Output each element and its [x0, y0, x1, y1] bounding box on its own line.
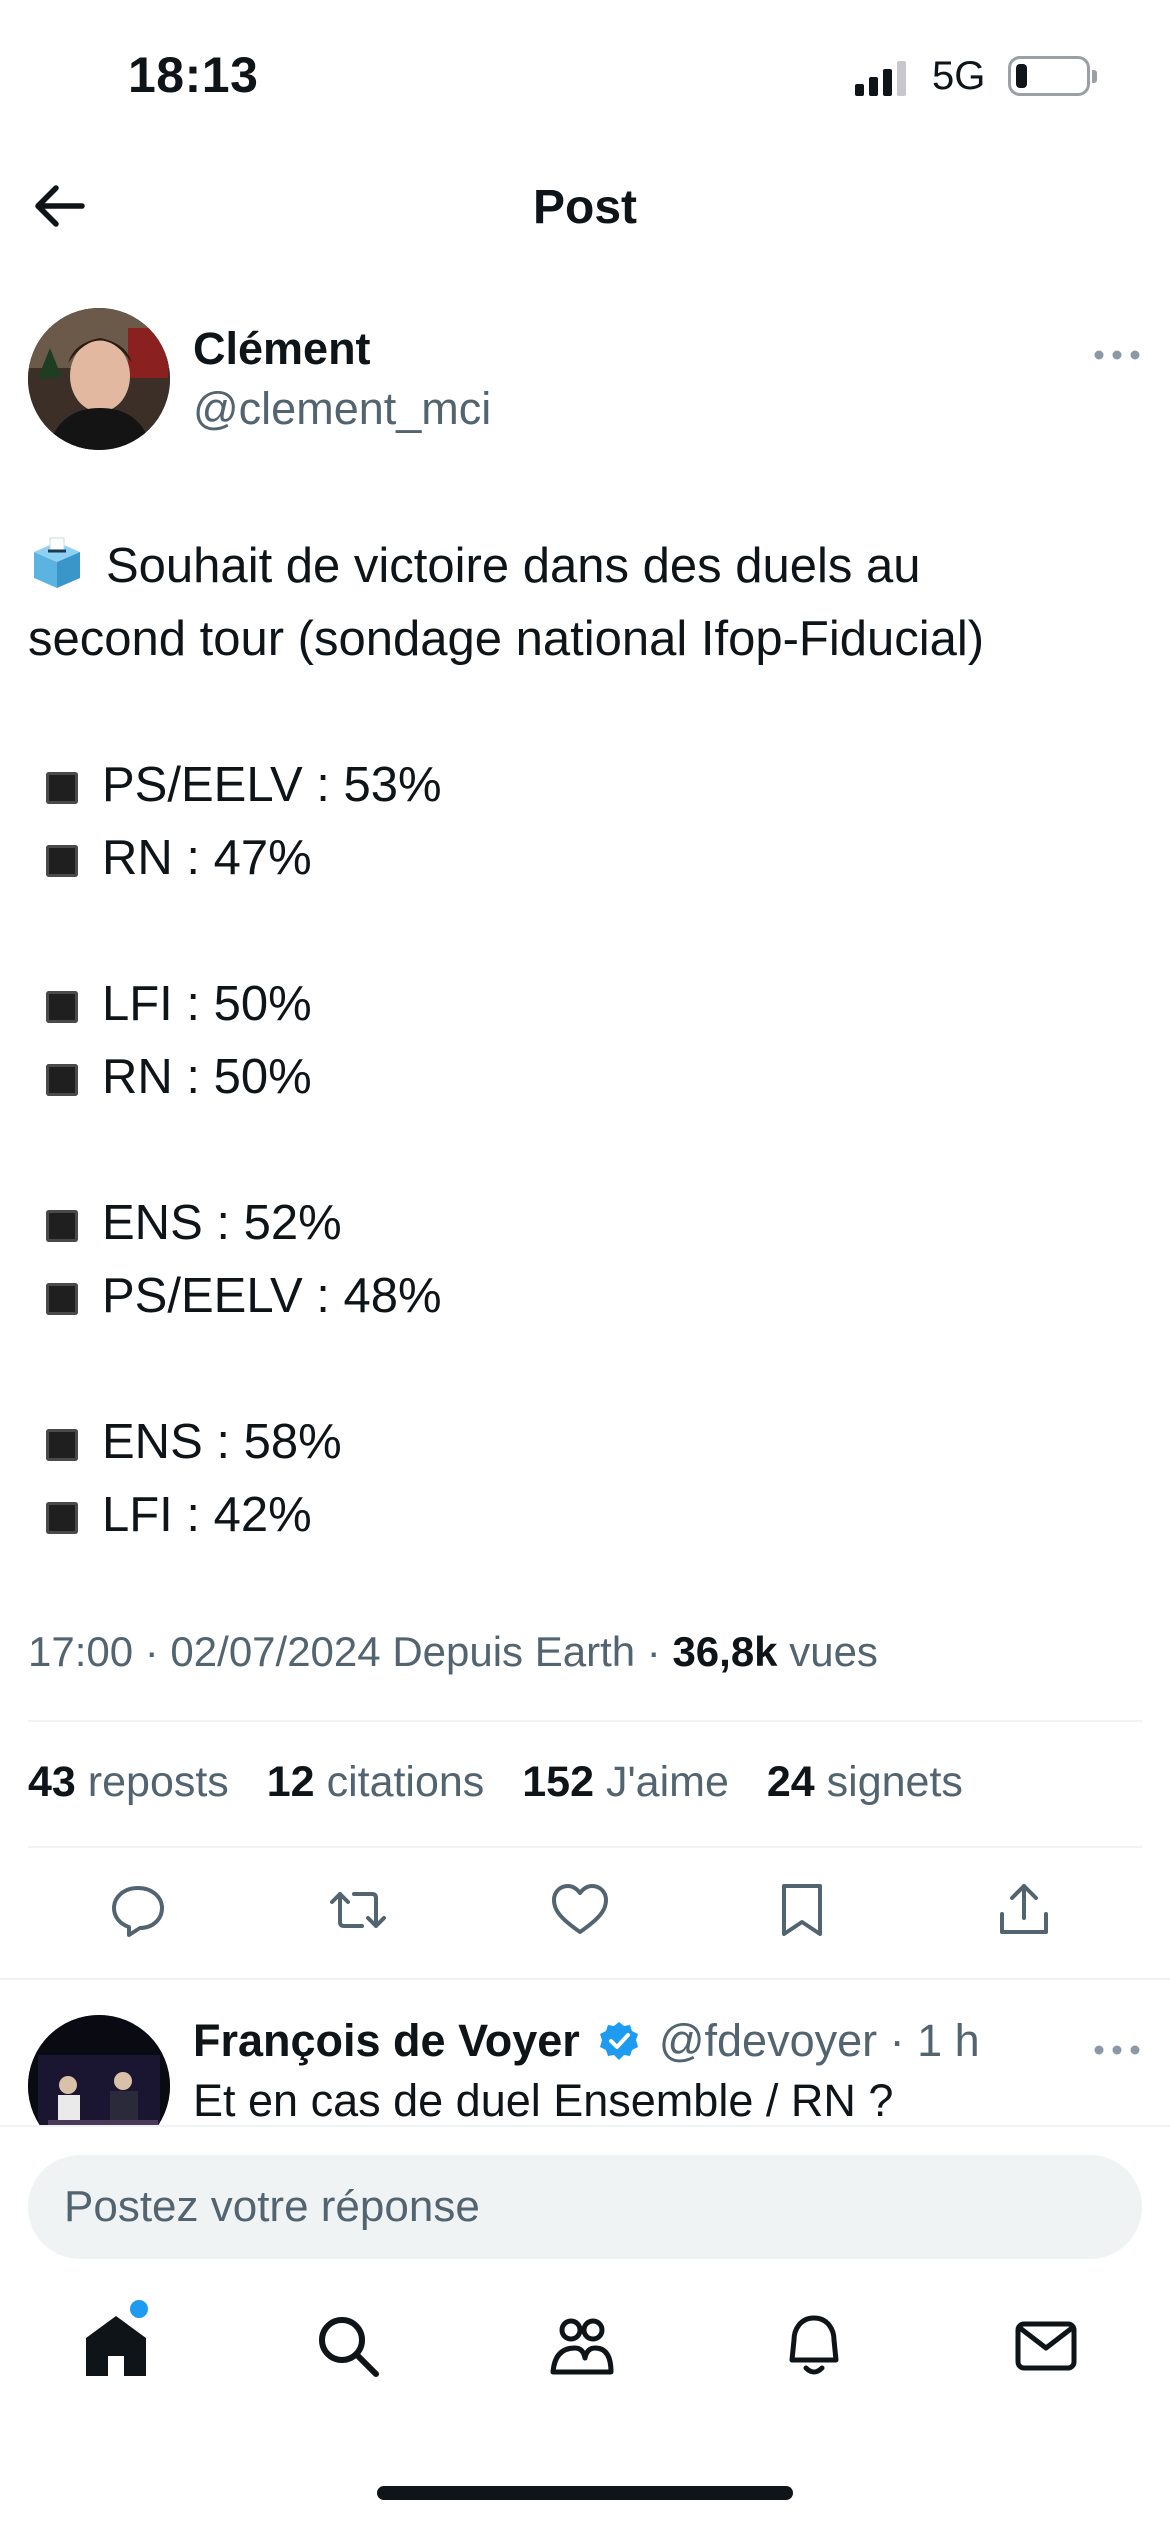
home-icon: [86, 2316, 146, 2376]
author-name[interactable]: Clément: [193, 323, 371, 375]
status-bar: 18:13 5G: [0, 0, 1170, 150]
reply-author-name[interactable]: François de Voyer: [193, 2015, 580, 2066]
tab-notifications[interactable]: [778, 2310, 858, 2390]
post-text-line: RN : 50%: [28, 1041, 1142, 1114]
network-label: 5G: [932, 54, 986, 98]
bookmark-icon[interactable]: [772, 1880, 842, 1950]
black-square-bullet-icon: [46, 845, 78, 877]
reply-icon[interactable]: [108, 1880, 178, 1950]
stat-bookmarks[interactable]: 24 signets: [767, 1758, 963, 1807]
post-line-text: PS/EELV : 48%: [102, 1269, 442, 1323]
post-line-text: Souhait de victoire dans des duels au: [106, 539, 921, 593]
author-handle[interactable]: @clement_mci: [193, 383, 491, 435]
post-text-line: ENS : 52%: [28, 1187, 1142, 1260]
tab-search[interactable]: [312, 2310, 392, 2390]
battery-icon: [1008, 56, 1097, 96]
like-icon[interactable]: [550, 1880, 620, 1950]
black-square-bullet-icon: [46, 772, 78, 804]
post-line-text: second tour (sondage national Ifop-Fiduc…: [28, 612, 985, 666]
post-actions: [0, 1880, 1170, 1960]
nav-header: Post: [0, 160, 1170, 252]
post-source: Depuis Earth ·: [392, 1628, 661, 1675]
reply-author-handle[interactable]: @fdevoyer: [659, 2015, 877, 2066]
avatar-image: [28, 308, 170, 450]
stat-reposts[interactable]: 43 reposts: [28, 1758, 229, 1807]
communities-icon: [550, 2318, 614, 2375]
post-line-text: RN : 50%: [102, 1050, 312, 1104]
black-square-bullet-icon: [46, 1064, 78, 1096]
tab-communities[interactable]: [545, 2310, 625, 2390]
post-text: Souhait de victoire dans des duels au sec…: [28, 530, 1142, 1552]
post-line-text: LFI : 42%: [102, 1488, 312, 1542]
post-text-line: [28, 676, 1142, 749]
avatar[interactable]: [28, 308, 170, 450]
reply-text: Et en cas de duel Ensemble / RN ?: [193, 2075, 894, 2126]
tab-messages[interactable]: [1010, 2310, 1090, 2390]
notifications-icon: [789, 2315, 839, 2375]
post-timestamp[interactable]: 17:00 · 02/07/2024: [28, 1628, 381, 1675]
battery-level: [1016, 64, 1027, 88]
post-text-line: [28, 895, 1142, 968]
reply-input[interactable]: [28, 2155, 1142, 2259]
post-text-line: RN : 47%: [28, 822, 1142, 895]
divider: [28, 1720, 1142, 1722]
black-square-bullet-icon: [46, 1210, 78, 1242]
post-line-text: ENS : 52%: [102, 1196, 342, 1250]
reply-time: · 1 h: [889, 2015, 980, 2066]
section-divider: [0, 1978, 1170, 1980]
reply-avatar-image: [28, 2015, 170, 2128]
repost-icon[interactable]: [328, 1880, 398, 1950]
search-icon: [319, 2317, 379, 2377]
black-square-bullet-icon: [46, 1283, 78, 1315]
reply-composer: [0, 2125, 1170, 2275]
tab-bar: [0, 2290, 1170, 2420]
post-text-line: PS/EELV : 48%: [28, 1260, 1142, 1333]
signal-icon: [855, 61, 906, 96]
post-line-text: RN : 47%: [102, 831, 312, 885]
post-text-line: second tour (sondage national Ifop-Fiduc…: [28, 603, 1142, 676]
views-label: vues: [789, 1628, 878, 1675]
post-line-text: PS/EELV : 53%: [102, 758, 442, 812]
post-text-line: [28, 1114, 1142, 1187]
post-text-line: Souhait de victoire dans des duels au: [28, 530, 1142, 603]
post-text-line: ENS : 58%: [28, 1406, 1142, 1479]
page-title: Post: [532, 181, 637, 234]
post-meta: 17:00 · 02/07/2024 Depuis Earth · 36,8k …: [28, 1628, 878, 1676]
black-square-bullet-icon: [46, 1429, 78, 1461]
home-indicator: [377, 2486, 793, 2500]
more-options-icon[interactable]: [1092, 345, 1142, 365]
post-text-line: PS/EELV : 53%: [28, 749, 1142, 822]
stat-likes[interactable]: 152 J'aime: [522, 1758, 729, 1807]
reply-more-options-icon[interactable]: [1092, 2040, 1142, 2060]
stat-citations[interactable]: 12 citations: [267, 1758, 485, 1807]
engagement-stats: 43 reposts 12 citations 152 J'aime 24 si…: [28, 1758, 989, 1807]
tab-home[interactable]: [80, 2310, 160, 2390]
post-line-text: ENS : 58%: [102, 1415, 342, 1469]
divider: [28, 1846, 1142, 1848]
reply-avatar[interactable]: [28, 2015, 170, 2128]
post-line-text: LFI : 50%: [102, 977, 312, 1031]
black-square-bullet-icon: [46, 991, 78, 1023]
verified-badge-icon: [600, 2022, 639, 2060]
status-time: 18:13: [128, 47, 259, 103]
share-icon[interactable]: [994, 1880, 1064, 1950]
messages-icon: [1015, 2321, 1077, 2371]
reply-header: François de Voyer @fdevoyer · 1 h: [193, 2015, 980, 2067]
reply-preview[interactable]: François de Voyer @fdevoyer · 1 h Et en …: [28, 2010, 1142, 2128]
post-text-line: [28, 1333, 1142, 1406]
views-count: 36,8k: [672, 1628, 778, 1675]
ballot-box-icon: [34, 537, 80, 588]
home-unread-dot: [130, 2300, 148, 2318]
post-text-line: LFI : 50%: [28, 968, 1142, 1041]
post-text-line: LFI : 42%: [28, 1479, 1142, 1552]
black-square-bullet-icon: [46, 1502, 78, 1534]
